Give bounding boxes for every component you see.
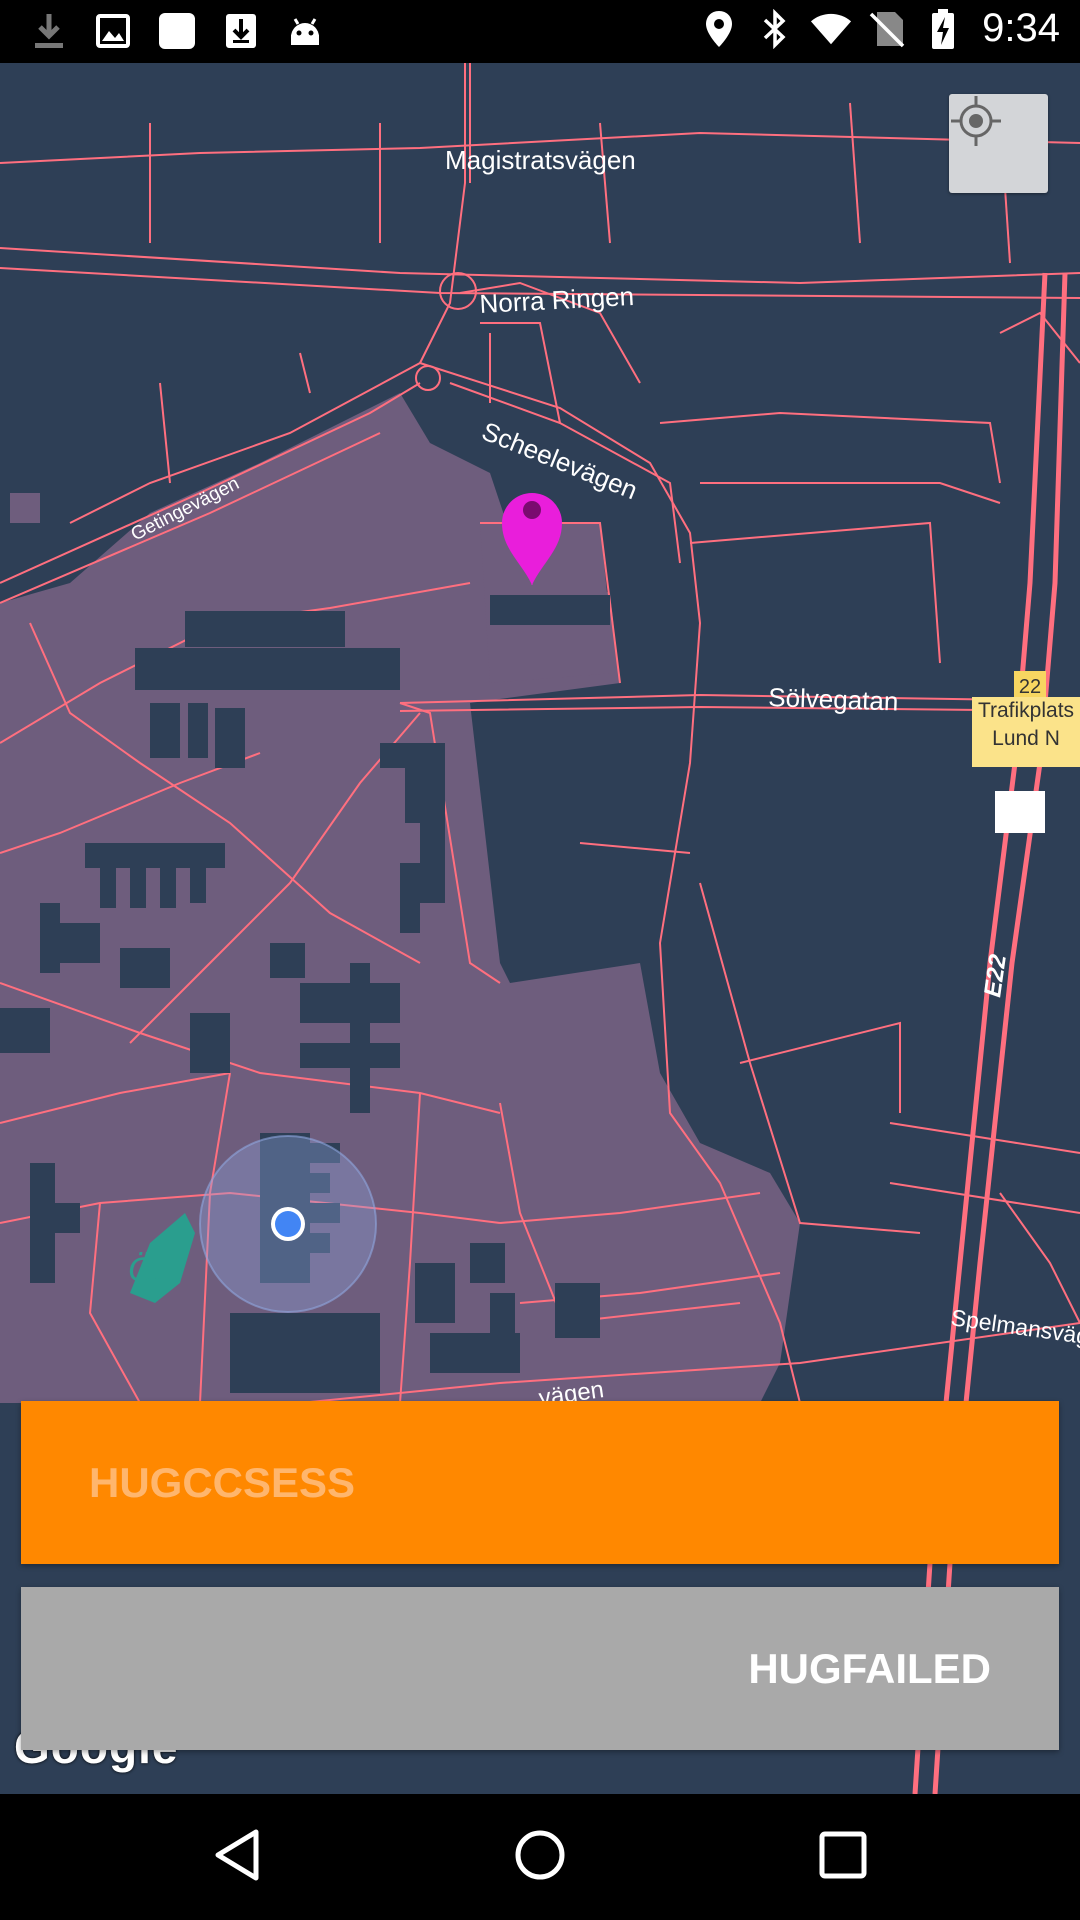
download-box-icon: [220, 10, 262, 52]
poi-label-line2: Lund N: [992, 727, 1060, 750]
status-bar: 9:34: [0, 0, 1080, 63]
home-icon: [513, 1828, 567, 1887]
poi-label-trafikplats: Trafikplats Lund N: [972, 697, 1080, 767]
no-sim-icon: [866, 8, 908, 50]
notification-icons: [28, 10, 326, 52]
battery-charging-icon: [922, 8, 964, 50]
street-label-magistratsvagen: Magistratsvägen: [445, 145, 636, 175]
my-location-dot: [271, 1207, 305, 1241]
square-notification-icon: [156, 10, 198, 52]
street-label-solvegatan: Sölvegatan: [768, 682, 899, 717]
hug-success-label: HUGCCSESS: [89, 1459, 356, 1506]
system-icons: 9:34: [698, 6, 1060, 51]
hug-failed-button[interactable]: HUGFAILED: [21, 1587, 1059, 1750]
poi-label-line1: Trafikplats: [977, 699, 1075, 722]
recents-button[interactable]: [808, 1822, 878, 1892]
back-icon: [212, 1828, 262, 1887]
wifi-icon: [810, 8, 852, 50]
image-icon: [92, 10, 134, 52]
my-location-button[interactable]: [949, 94, 1048, 193]
navigation-bar: [0, 1794, 1080, 1920]
home-button[interactable]: [505, 1822, 575, 1892]
recents-icon: [818, 1830, 868, 1885]
street-label-spelmansvag: Spelmansväg: [949, 1304, 1080, 1349]
bluetooth-icon: [754, 8, 796, 50]
place-label-on: Ön: [128, 1251, 173, 1289]
android-icon: [284, 10, 326, 52]
hug-success-button[interactable]: HUGCCSESS: [21, 1401, 1059, 1564]
location-icon: [698, 8, 740, 50]
street-label-scheelevagen: Scheelevägen: [478, 416, 642, 506]
clock: 9:34: [982, 6, 1060, 50]
map-poi-square: [995, 791, 1045, 833]
download-icon: [28, 10, 70, 52]
back-button[interactable]: [202, 1822, 272, 1892]
hug-failed-label: HUGFAILED: [748, 1645, 991, 1692]
